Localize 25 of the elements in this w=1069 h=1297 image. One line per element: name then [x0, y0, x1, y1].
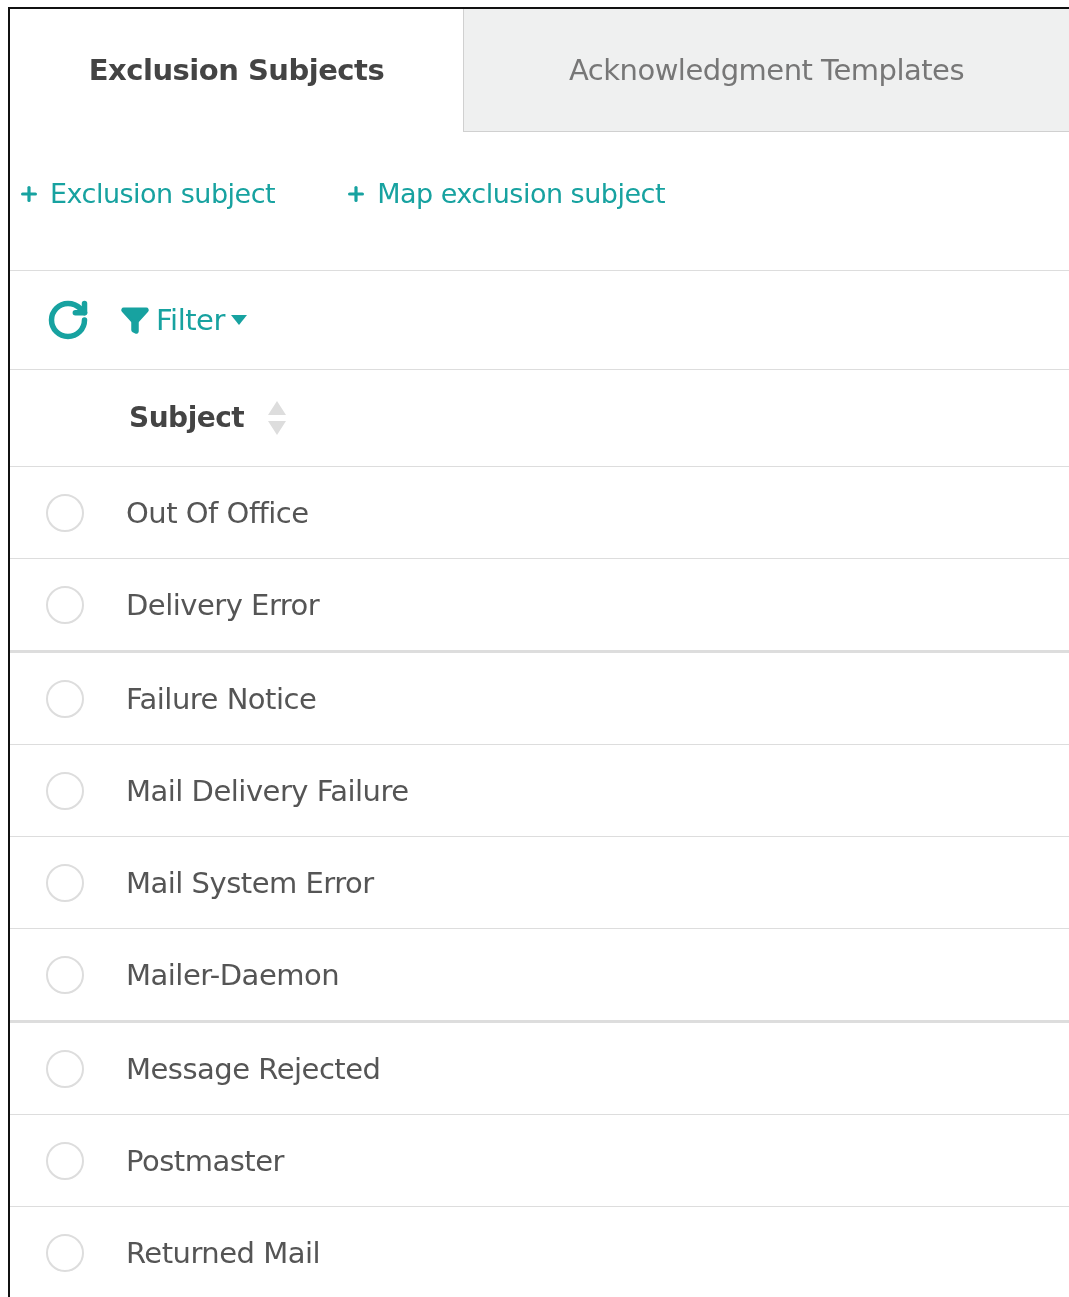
filter-button[interactable]: Filter	[120, 302, 247, 337]
row-radio[interactable]	[46, 1233, 84, 1272]
add-link[interactable]: Exclusion subject	[18, 178, 276, 210]
table-cell: Out Of Office	[126, 495, 309, 530]
row-radio[interactable]	[46, 955, 84, 994]
table-cell: Failure Notice	[126, 681, 317, 716]
sort-icon[interactable]	[268, 400, 287, 435]
tab[interactable]: Acknowledgment Templates	[463, 9, 1069, 132]
table-cell: Mailer-Daemon	[126, 957, 340, 992]
row-radio[interactable]	[46, 585, 84, 624]
add-link[interactable]: Map exclusion subject	[345, 178, 665, 210]
caret-icon	[230, 314, 247, 325]
row-radio[interactable]	[46, 1141, 84, 1180]
table-cell: Postmaster	[126, 1143, 284, 1178]
table-cell: Mail Delivery Failure	[126, 773, 409, 808]
row-radio[interactable]	[46, 771, 84, 810]
row-radio[interactable]	[46, 863, 84, 902]
row-radio[interactable]	[46, 679, 84, 718]
table-cell: Delivery Error	[126, 587, 320, 622]
table-cell: Message Rejected	[126, 1051, 381, 1086]
row-radio[interactable]	[46, 493, 84, 532]
table-cell: Returned Mail	[126, 1235, 321, 1270]
column-header[interactable]: Subject	[129, 401, 245, 435]
table-cell: Mail System Error	[126, 865, 374, 900]
row-radio[interactable]	[46, 1049, 84, 1088]
